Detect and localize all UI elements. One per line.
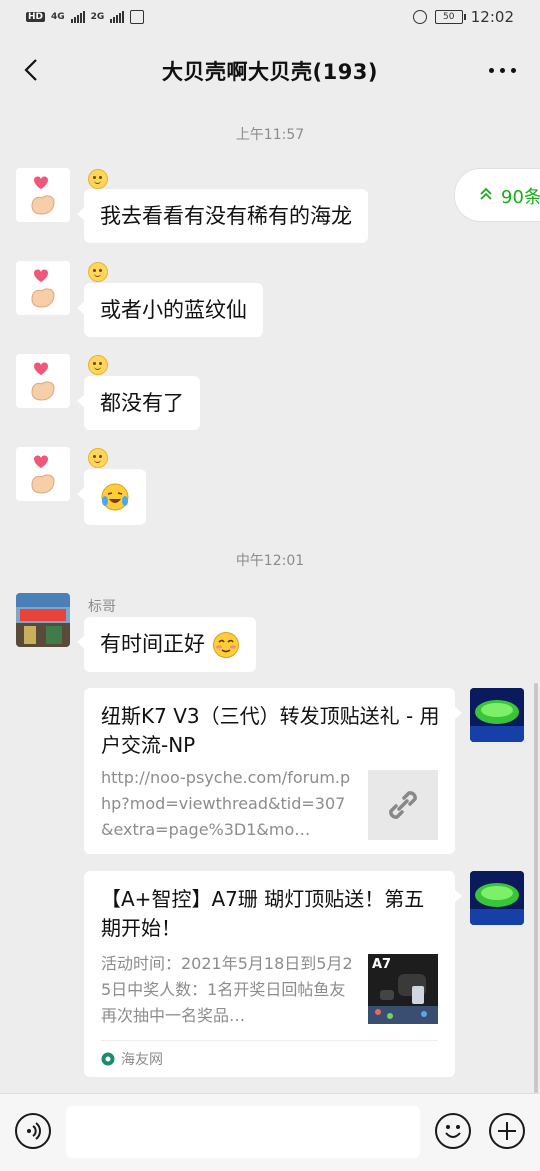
heart-hand-avatar-icon xyxy=(16,354,70,408)
status-time: 12:02 xyxy=(470,8,514,26)
message-bubble[interactable]: 我去看看有没有稀有的海龙 xyxy=(77,189,368,243)
battery-icon: 50 xyxy=(434,10,466,24)
source-logo-icon xyxy=(101,1052,115,1066)
smiley-badge-icon xyxy=(88,169,108,189)
avatar[interactable] xyxy=(470,688,524,742)
input-bar xyxy=(0,1093,540,1171)
signal-icon xyxy=(70,11,85,23)
message-bubble[interactable]: 或者小的蓝纹仙 xyxy=(77,283,263,337)
nfc-icon xyxy=(130,10,145,24)
chat-header: 大贝壳啊大贝壳(193) xyxy=(0,38,540,102)
sender-name: 标哥 xyxy=(88,599,116,615)
smiley-icon xyxy=(445,1125,461,1138)
voice-icon xyxy=(27,1122,41,1140)
card-description: 活动时间：2021年5月18日到5月25日中奖人数：1名开奖日回帖鱼友再次抽中一… xyxy=(101,954,353,1025)
avatar[interactable] xyxy=(16,593,70,647)
message-bubble[interactable]: 都没有了 xyxy=(77,376,200,430)
message-text: 有时间正好 xyxy=(100,632,205,656)
double-chevron-up-icon xyxy=(480,187,492,200)
coral-avatar-icon xyxy=(470,871,524,925)
smiley-badge-icon xyxy=(88,355,108,375)
crying-laughing-emoji-icon xyxy=(101,483,129,511)
card-thumbnail xyxy=(368,770,438,840)
storefront-avatar-icon xyxy=(16,593,70,647)
card-title: 纽斯K7 V3（三代）转发顶贴送礼 - 用户交流-NP xyxy=(101,704,440,757)
avatar[interactable] xyxy=(16,447,70,501)
plus-icon xyxy=(498,1122,516,1140)
smiley-badge-icon xyxy=(88,262,108,282)
hd-icon: HD xyxy=(26,12,46,22)
card-source: 海友网 xyxy=(101,1049,163,1069)
heart-hand-avatar-icon xyxy=(16,261,70,315)
link-card[interactable]: 【A+智控】A7珊 瑚灯顶贴送！第五期开始！ 活动时间：2021年5月18日到5… xyxy=(84,871,462,1077)
smiley-badge-icon xyxy=(88,448,108,468)
avatar[interactable] xyxy=(470,871,524,925)
status-bar: HD 4G 2G 50 12:02 xyxy=(0,0,540,38)
heart-hand-avatar-icon xyxy=(16,447,70,501)
network-type-2: 2G xyxy=(90,12,105,22)
heart-hand-avatar-icon xyxy=(16,168,70,222)
card-source-label: 海友网 xyxy=(121,1052,163,1068)
alarm-icon xyxy=(412,10,427,24)
timestamp: 中午12:01 xyxy=(235,553,305,569)
message-text: 或者小的蓝纹仙 xyxy=(100,298,247,322)
message-text: 都没有了 xyxy=(100,391,184,415)
scrollbar[interactable] xyxy=(534,683,538,1093)
unread-count-label: 90条 xyxy=(501,187,540,208)
avatar[interactable] xyxy=(16,168,70,222)
network-type-1: 4G xyxy=(51,12,65,22)
message-input[interactable] xyxy=(66,1106,420,1158)
signal-icon-2 xyxy=(110,11,125,23)
avatar[interactable] xyxy=(16,261,70,315)
card-description: http://noo-psyche.com/forum.php?mod=view… xyxy=(101,768,351,839)
more-functions-button[interactable] xyxy=(489,1113,525,1149)
message-bubble[interactable] xyxy=(77,469,146,525)
card-title: 【A+智控】A7珊 瑚灯顶贴送！第五期开始！ xyxy=(101,887,425,940)
emoji-button[interactable] xyxy=(435,1113,471,1149)
thumbnail-label: A7 xyxy=(372,957,392,972)
card-divider xyxy=(101,1040,438,1041)
link-icon xyxy=(368,770,438,840)
link-card[interactable]: 纽斯K7 V3（三代）转发顶贴送礼 - 用户交流-NP http://noo-p… xyxy=(84,688,462,854)
chat-title: 大贝壳啊大贝壳(193) xyxy=(161,60,379,84)
coral-avatar-icon xyxy=(470,688,524,742)
card-thumbnail: A7 xyxy=(368,954,438,1024)
message-bubble[interactable]: 有时间正好 xyxy=(77,617,256,672)
more-options-icon[interactable] xyxy=(489,68,516,73)
voice-input-button[interactable] xyxy=(15,1113,51,1149)
avatar[interactable] xyxy=(16,354,70,408)
timestamp: 上午11:57 xyxy=(235,127,305,143)
unread-messages-button[interactable]: 90条 xyxy=(454,168,540,222)
smirk-emoji-icon xyxy=(212,632,239,658)
message-text: 我去看看有没有稀有的海龙 xyxy=(100,204,352,228)
